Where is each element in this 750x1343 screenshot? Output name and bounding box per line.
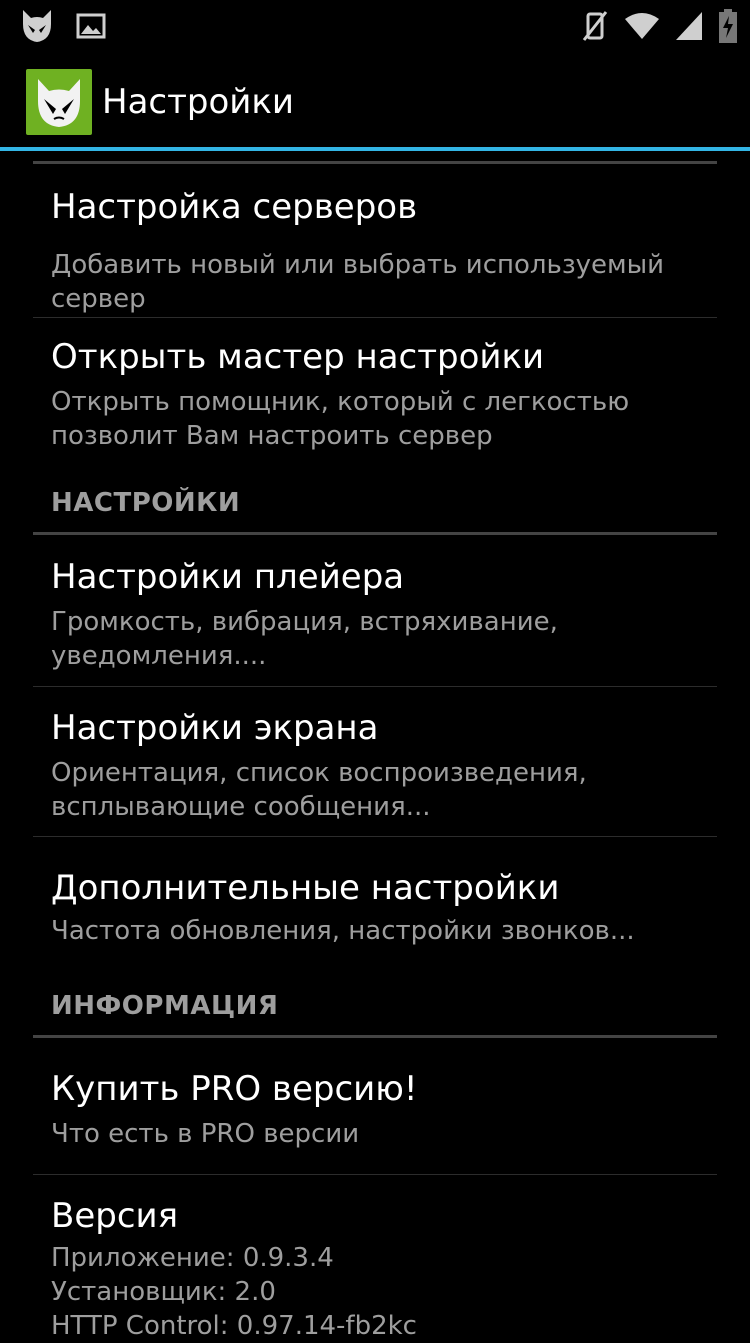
status-bar — [0, 0, 750, 52]
pref-advanced-settings[interactable]: Дополнительные настройки Частота обновле… — [0, 837, 750, 967]
section-header-info: ИНФОРМАЦИЯ — [51, 991, 279, 1021]
pref-summary: Добавить новый или выбрать используемый … — [51, 250, 665, 314]
pref-summary: Приложение: 0.9.3.4 Установщик: 2.0 HTTP… — [51, 1243, 417, 1341]
pref-buy-pro[interactable]: Купить PRO версию! Что есть в PRO версии — [0, 1038, 750, 1174]
signal-icon — [674, 10, 704, 42]
pref-title: Купить PRO версию! — [51, 1069, 418, 1109]
battery-charging-icon — [718, 8, 738, 44]
pref-title: Настройка серверов — [51, 187, 418, 227]
wifi-icon — [624, 11, 660, 41]
page-title: Настройки — [102, 82, 295, 122]
action-bar-divider — [0, 147, 750, 151]
pref-player-settings[interactable]: Настройки плейера Громкость, вибрация, в… — [0, 535, 750, 686]
pref-title: Настройки экрана — [51, 708, 379, 748]
pref-summary: Частота обновления, настройки звонков... — [51, 916, 635, 946]
pref-summary: Открыть помощник, который с легкостью по… — [51, 387, 630, 451]
mute-icon — [580, 8, 610, 44]
pref-title: Открыть мастер настройки — [51, 337, 545, 377]
app-notification-icon — [20, 8, 54, 44]
pref-server-settings[interactable]: Настройка серверов Добавить новый или вы… — [0, 164, 750, 317]
app-logo-icon[interactable] — [26, 69, 92, 135]
pref-title: Версия — [51, 1196, 179, 1236]
section-header-settings: НАСТРОЙКИ — [51, 488, 241, 518]
pref-summary: Ориентация, список воспроизведения, вспл… — [51, 758, 587, 822]
pref-title: Дополнительные настройки — [51, 868, 560, 908]
action-bar: Настройки — [0, 52, 750, 148]
image-icon — [76, 12, 106, 40]
pref-screen-settings[interactable]: Настройки экрана Ориентация, список восп… — [0, 687, 750, 836]
pref-setup-wizard[interactable]: Открыть мастер настройки Открыть помощни… — [0, 318, 750, 468]
pref-summary: Что есть в PRO версии — [51, 1119, 360, 1149]
pref-version[interactable]: Версия Приложение: 0.9.3.4 Установщик: 2… — [0, 1175, 750, 1341]
pref-summary: Громкость, вибрация, встряхивание, уведо… — [51, 607, 558, 671]
pref-title: Настройки плейера — [51, 557, 405, 597]
